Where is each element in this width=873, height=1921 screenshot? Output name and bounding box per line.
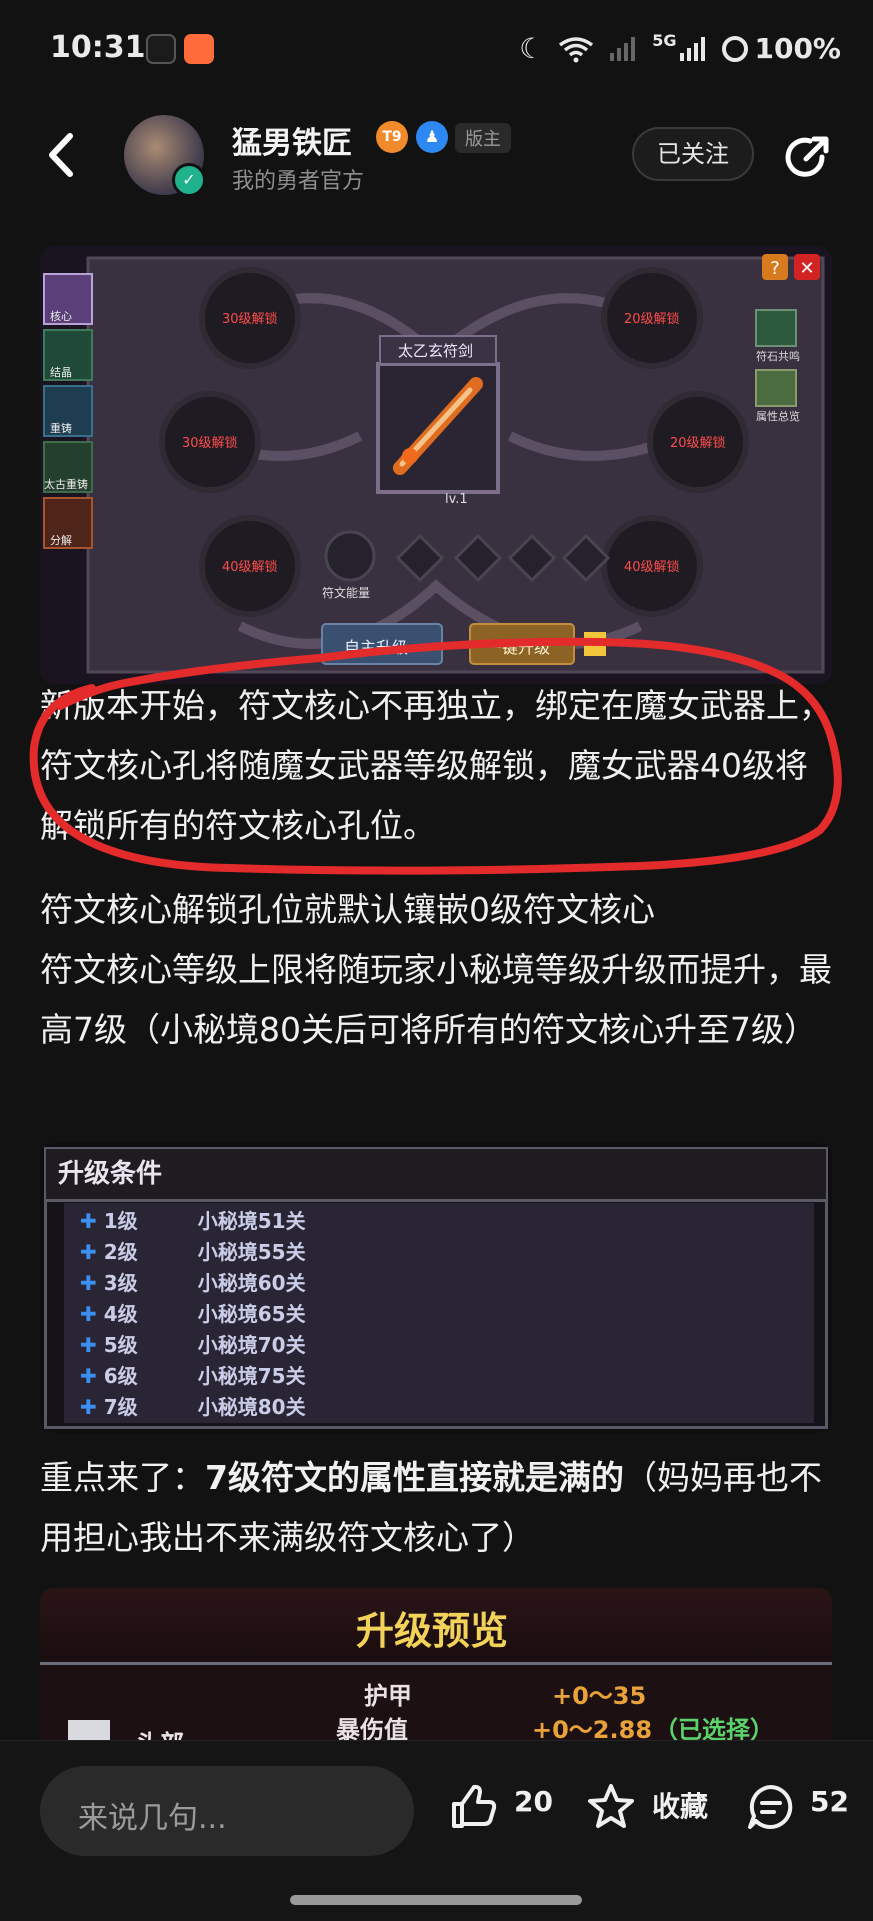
comment-placeholder: 来说几句... xyxy=(78,1801,227,1836)
condition-requirement: 小秘境80关 xyxy=(197,1395,306,1419)
battery-icon xyxy=(722,35,749,62)
svg-text:?: ? xyxy=(770,258,780,279)
like-count[interactable]: 20 xyxy=(514,1785,553,1818)
condition-level: 2级 xyxy=(103,1240,138,1264)
like-icon[interactable] xyxy=(448,1782,498,1832)
condition-requirement: 小秘境51关 xyxy=(197,1209,306,1233)
author-subtitle: 我的勇者官方 xyxy=(232,169,365,194)
slot-lock-label: 40级解锁 xyxy=(624,560,680,575)
share-icon[interactable] xyxy=(782,133,832,183)
condition-requirement: 小秘境55关 xyxy=(197,1240,306,1264)
moderator-icon: ♟ xyxy=(416,121,448,153)
condition-requirement: 小秘境75关 xyxy=(197,1364,306,1388)
conditions-title: 升级条件 xyxy=(58,1159,163,1189)
preview-title: 升级预览 xyxy=(356,1609,509,1653)
signal-x-icon xyxy=(610,36,636,61)
stat1-value: +0～35 xyxy=(552,1682,647,1710)
condition-level: 1级 xyxy=(103,1209,138,1233)
app-notification-icon xyxy=(184,34,214,64)
preview-divider xyxy=(40,1662,832,1665)
verified-icon: ✓ xyxy=(172,163,206,197)
article-paragraph-4: 重点来了：7级符文的属性直接就是满的（妈妈再也不用担心我出不来满级符文核心了） xyxy=(40,1448,840,1568)
conditions-list: ✚ 1级 小秘境51关 ✚ 2级 小秘境55关 ✚ 3级 小秘境60关 ✚ 4级 小秘境… xyxy=(64,1203,814,1423)
condition-row: ✚ 5级 小秘境70关 xyxy=(80,1329,306,1360)
comment-count[interactable]: 52 xyxy=(810,1785,849,1818)
collect-label[interactable]: 收藏 xyxy=(652,1785,708,1825)
condition-level: 7级 xyxy=(103,1395,138,1419)
svg-text:✕: ✕ xyxy=(799,258,814,279)
signal-icon xyxy=(680,36,706,61)
condition-row: ✚ 1级 小秘境51关 xyxy=(80,1205,306,1236)
article-paragraph-3: 符文核心等级上限将随玩家小秘境等级升级而提升，最高7级（小秘境80关后可将所有的… xyxy=(40,950,832,1049)
attribute-overview-label: 属性总览 xyxy=(756,410,800,423)
condition-level: 6级 xyxy=(103,1364,138,1388)
status-bar: 10:31 ☾ 5G 100% xyxy=(0,0,873,100)
slot-lock-label: 30级解锁 xyxy=(182,436,238,451)
comment-icon[interactable] xyxy=(746,1782,796,1832)
status-time: 10:31 xyxy=(50,30,146,65)
p4-highlight: 7级符文的属性直接就是满的 xyxy=(205,1458,624,1497)
stone-resonance-label: 符石共鸣 xyxy=(756,350,800,363)
level-badge: T9 xyxy=(376,121,408,153)
conditions-rows: ✚ 1级 小秘境51关 ✚ 2级 小秘境55关 ✚ 3级 小秘境60关 ✚ 4级 小秘境… xyxy=(80,1205,306,1422)
author-name[interactable]: 猛男铁匠 xyxy=(232,118,352,162)
p4-prefix: 重点来了： xyxy=(40,1458,205,1497)
rune-core-art: ? ✕ xyxy=(40,246,832,684)
stat1-name: 护甲 xyxy=(364,1682,412,1710)
role-badge: 版主 xyxy=(455,123,511,153)
side-tab-ancient-recast: 太古重铸 xyxy=(44,478,88,491)
slot-lock-label: 40级解锁 xyxy=(222,560,278,575)
one-key-upgrade-button: 一键升级 xyxy=(486,638,551,657)
battery-level: 100% xyxy=(754,32,841,65)
back-arrow-icon[interactable] xyxy=(44,130,80,180)
side-tab-recast: 重铸 xyxy=(50,422,72,435)
condition-row: ✚ 3级 小秘境60关 xyxy=(80,1267,306,1298)
conditions-header xyxy=(46,1149,826,1202)
moon-icon: ☾ xyxy=(519,32,545,65)
manual-upgrade-button: 自主升级 xyxy=(344,638,409,657)
weapon-name: 太乙玄符剑 xyxy=(398,342,474,360)
rune-energy-label: 符文能量 xyxy=(322,586,371,600)
slot-lock-label: 30级解锁 xyxy=(222,312,278,327)
network-type: 5G xyxy=(652,31,677,50)
star-icon[interactable] xyxy=(586,1782,636,1832)
upgrade-preview-screenshot[interactable]: 升级预览 护甲 +0～35 暴伤值 +0～2.88 （已选择） 头部 xyxy=(40,1588,832,1748)
condition-requirement: 小秘境65关 xyxy=(197,1302,306,1326)
side-tab-crystal: 结晶 xyxy=(50,366,72,379)
slot-lock-label: 20级解锁 xyxy=(624,312,680,327)
condition-requirement: 小秘境70关 xyxy=(197,1333,306,1357)
article-paragraph-1: 新版本开始，符文核心不再独立，绑定在魔女武器上，符文核心孔将随魔女武器等级解锁，… xyxy=(40,686,832,845)
qq-notification-icon xyxy=(146,34,176,64)
rune-core-screenshot[interactable]: ? ✕ 核心 结晶 重铸 太古重铸 分解 30级解锁 20级解锁 30级解锁 2… xyxy=(40,246,832,684)
home-indicator[interactable] xyxy=(290,1895,582,1905)
upgrade-conditions-screenshot[interactable]: 升级条件 ✚ 1级 小秘境51关 ✚ 2级 小秘境55关 ✚ 3级 小秘境60关 ✚ … xyxy=(40,1143,832,1433)
weapon-level: lv.1 xyxy=(445,492,468,507)
condition-level: 5级 xyxy=(103,1333,138,1357)
condition-row: ✚ 2级 小秘境55关 xyxy=(80,1236,306,1267)
wifi-icon xyxy=(559,36,594,62)
condition-level: 3级 xyxy=(103,1271,138,1295)
side-tab-core: 核心 xyxy=(50,310,72,323)
condition-row: ✚ 4级 小秘境65关 xyxy=(80,1298,306,1329)
condition-level: 4级 xyxy=(103,1302,138,1326)
side-tab-decompose: 分解 xyxy=(50,534,72,547)
article-paragraph-2: 符文核心解锁孔位就默认镶嵌0级符文核心 xyxy=(40,890,655,929)
condition-row: ✚ 7级 小秘境80关 xyxy=(80,1391,306,1422)
follow-button[interactable]: 已关注 xyxy=(632,127,754,181)
status-icons: ☾ 5G 100% xyxy=(519,31,841,65)
condition-row: ✚ 6级 小秘境75关 xyxy=(80,1360,306,1391)
condition-requirement: 小秘境60关 xyxy=(197,1271,306,1295)
slot-lock-label: 20级解锁 xyxy=(670,436,726,451)
